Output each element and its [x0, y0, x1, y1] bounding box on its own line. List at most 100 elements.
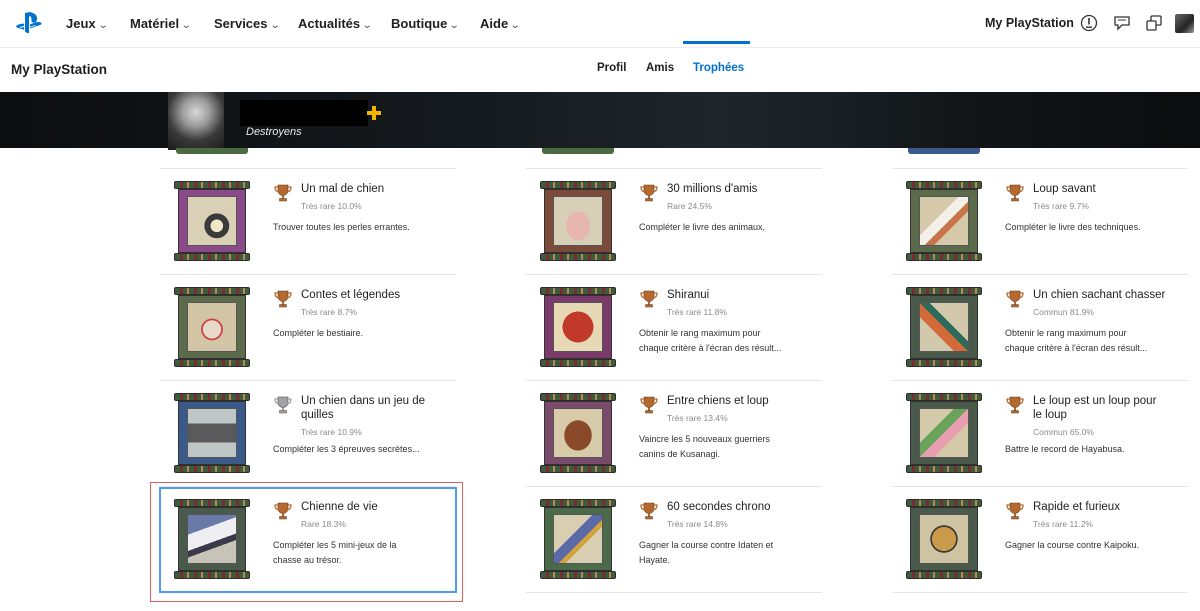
trophy-card[interactable]: Shiranui Très rare 11.8% Obtenir le rang m… [526, 274, 822, 380]
pig-scroll-icon [553, 196, 603, 246]
trophy-name: 30 millions d'amis [667, 182, 827, 196]
bronze-trophy-icon [1006, 290, 1024, 308]
trophy-name: Un chien dans un jeu de quilles [301, 394, 461, 422]
previous-row-peek [542, 148, 614, 154]
previous-row-peek [908, 148, 980, 154]
trophy-artwork [540, 287, 616, 367]
trophy-card[interactable]: 60 secondes chrono Très rare 14.8% Gagner … [526, 486, 822, 592]
nav-aide[interactable]: Aide ⌄ [480, 16, 521, 31]
scroll-paper [544, 189, 612, 253]
tab-trophees[interactable]: Trophées [693, 62, 744, 74]
bronze-trophy-icon [274, 184, 292, 202]
trophy-description-line: Gagner la course contre Kaipoku. [1005, 540, 1140, 550]
selection-outline [159, 487, 457, 593]
bronze-trophy-icon [1006, 396, 1024, 414]
divider [526, 486, 822, 487]
nav-services[interactable]: Services ⌄ [214, 16, 280, 31]
trophy-description: Compléter le livre des animaux. [639, 220, 809, 235]
bronze-trophy-icon [274, 290, 292, 308]
bronze-trophy-icon [640, 290, 658, 308]
trophy-card[interactable]: 30 millions d'amis Rare 24.5% Compléter le… [526, 168, 822, 274]
scroll-roll [540, 181, 616, 189]
scroll-paper [910, 295, 978, 359]
chevron-down-icon: ⌄ [449, 20, 460, 31]
trophy-info-icon[interactable] [1080, 14, 1098, 32]
divider [892, 274, 1188, 275]
nav-label: Actualités [298, 16, 361, 31]
machine-scroll-icon [187, 408, 237, 458]
scroll-roll [174, 181, 250, 189]
scroll-roll [540, 359, 616, 367]
trophy-description-line: Compléter le bestiaire. [273, 328, 364, 338]
scroll-roll [174, 253, 250, 261]
scroll-paper [178, 401, 246, 465]
nav-actualites[interactable]: Actualités ⌄ [298, 16, 373, 31]
sub-header: My PlayStation Profil Amis Trophées [0, 48, 1200, 92]
tab-amis[interactable]: Amis [646, 62, 674, 74]
bronze-trophy-icon [640, 184, 658, 202]
previous-row-peek [176, 148, 248, 154]
trophy-artwork [174, 393, 250, 473]
trophy-description-line: Obtenir le rang maximum pour [639, 328, 761, 338]
sun-scroll-icon [553, 302, 603, 352]
trophy-name: Rapide et furieux [1033, 500, 1193, 514]
nav-materiel[interactable]: Matériel ⌄ [130, 16, 192, 31]
trophy-card[interactable]: Entre chiens et loup Très rare 13.4% Vainc… [526, 380, 822, 486]
silver-trophy-icon [274, 396, 292, 414]
scroll-roll [906, 253, 982, 261]
trophy-name: Contes et légendes [301, 288, 461, 302]
trophy-rarity: Commun 65.0% [1033, 427, 1094, 437]
messages-icon[interactable] [1113, 14, 1131, 32]
trophy-artwork [906, 287, 982, 367]
trophy-name: Loup savant [1033, 182, 1193, 196]
trophy-description-line: chaque critère à l'écran des résult... [1005, 343, 1148, 353]
trophy-name: Entre chiens et loup [667, 394, 827, 408]
divider [160, 380, 456, 381]
trophy-card[interactable]: Le loup est un loup pour le loup Commun 65… [892, 380, 1188, 486]
trophy-name-line: quilles [301, 409, 334, 421]
trophy-name: Shiranui [667, 288, 827, 302]
trophy-card[interactable]: Loup savant Très rare 9.7% Compléter le li… [892, 168, 1188, 274]
trophy-card[interactable]: Rapide et furieux Très rare 11.2% Gagner l… [892, 486, 1188, 592]
playstation-logo-icon[interactable] [14, 11, 44, 37]
trophy-name-line: Un chien sachant chasser [1033, 289, 1166, 301]
profile-username: Destroyens [246, 126, 302, 138]
trophy-rarity: Très rare 8.7% [301, 307, 357, 317]
scroll-roll [540, 393, 616, 401]
user-avatar[interactable] [1175, 14, 1194, 33]
trophy-rarity: Très rare 9.7% [1033, 201, 1089, 211]
divider [526, 380, 822, 381]
trophy-card[interactable]: Un chien dans un jeu de quilles Très rare … [160, 380, 456, 486]
trophy-card[interactable]: Un mal de chien Très rare 10.0% Trouver to… [160, 168, 456, 274]
trophy-name: Le loup est un loup pour le loup [1033, 394, 1193, 422]
scroll-roll [540, 465, 616, 473]
trophy-rarity: Très rare 14.8% [667, 519, 728, 529]
scroll-paper [178, 295, 246, 359]
trophy-name: 60 secondes chrono [667, 500, 827, 514]
trophy-card[interactable]: Contes et légendes Très rare 8.7% Compléte… [160, 274, 456, 380]
trophy-description: Gagner la course contre Idaten et Hayate. [639, 538, 809, 568]
top-nav: Jeux ⌄ Matériel ⌄ Services ⌄ Actualités ⌄ Bo… [0, 0, 1200, 48]
scroll-roll [906, 287, 982, 295]
my-playstation-link[interactable]: My PlayStation [985, 16, 1074, 30]
scroll-roll [906, 181, 982, 189]
profile-avatar [168, 92, 224, 150]
dog-scroll-icon [553, 408, 603, 458]
nav-boutique[interactable]: Boutique ⌄ [391, 16, 460, 31]
scroll-paper [910, 507, 978, 571]
trophy-description: Compléter le livre des techniques. [1005, 220, 1175, 235]
trophy-rarity: Très rare 11.2% [1033, 519, 1093, 529]
trophy-rarity: Commun 81.9% [1033, 307, 1094, 317]
bird-scroll-icon [919, 302, 969, 352]
nav-jeux[interactable]: Jeux ⌄ [66, 16, 108, 31]
divider [160, 168, 456, 169]
chevron-down-icon: ⌄ [180, 20, 192, 31]
nav-label: Boutique [391, 16, 448, 31]
friends-icon[interactable] [1145, 14, 1163, 32]
trophy-description-line: Obtenir le rang maximum pour [1005, 328, 1127, 338]
trophy-description-line: chaque critère à l'écran des résult... [639, 343, 782, 353]
trophy-card[interactable]: Un chien sachant chasser Commun 81.9% Obte… [892, 274, 1188, 380]
trophy-name: Un mal de chien [301, 182, 461, 196]
tab-profil[interactable]: Profil [597, 62, 626, 74]
trophy-description: Obtenir le rang maximum pour chaque critè… [639, 326, 809, 356]
